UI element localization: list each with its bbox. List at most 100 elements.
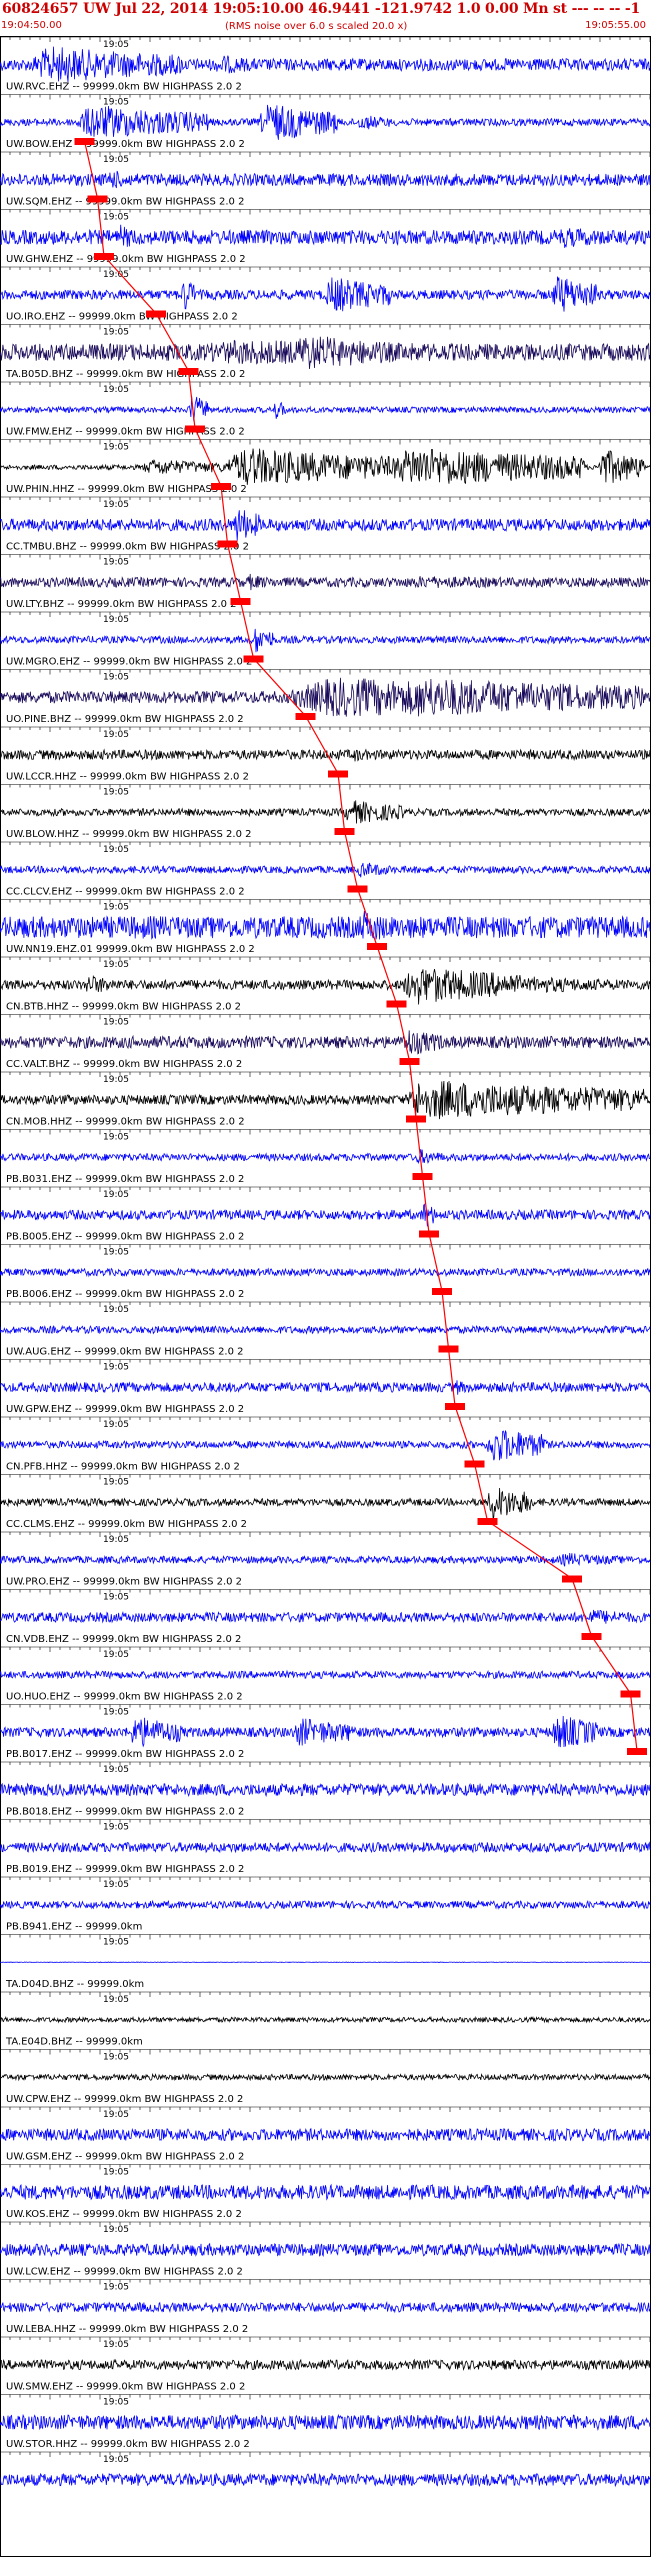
time-tick-label: 19:05: [103, 155, 129, 165]
time-tick-label: 19:05: [103, 40, 129, 50]
trace-row: 19:05 UW.PRO.EHZ -- 99999.0km BW HIGHPASS…: [0, 1531, 651, 1588]
waveform: [0, 1430, 651, 1461]
trace-row: 19:05 UO.HUO.EHZ -- 99999.0km BW HIGHPASS…: [0, 1646, 651, 1703]
trace-row: 19:05 PB.B941.EHZ -- 99999.0km: [0, 1876, 651, 1933]
station-label: CN.VDB.EHZ -- 99999.0km BW HIGHPASS 2.0 …: [6, 1634, 241, 1645]
trace-row: 19:05 UW.GSM.EHZ -- 99999.0km BW HIGHPASS…: [0, 2106, 651, 2163]
time-tick-label: 19:05: [103, 1305, 129, 1315]
station-label: UW.GPW.EHZ -- 99999.0km BW HIGHPASS 2.0 …: [6, 1404, 244, 1415]
seismogram-plot: 19:05 UW.RVC.EHZ -- 99999.0km BW HIGHPASS…: [0, 36, 651, 2557]
time-tick-label: 19:05: [103, 1478, 129, 1488]
time-tick-label: 19:05: [103, 1880, 129, 1890]
station-label: UW.LTY.BHZ -- 99999.0km BW HIGHPASS 2.0 …: [6, 599, 237, 610]
waveform: [0, 1552, 651, 1567]
time-tick-label: 19:05: [103, 788, 129, 798]
trace-row: 19:05 UO.PINE.BHZ -- 99999.0km BW HIGHPAS…: [0, 669, 651, 725]
waveform: [0, 2413, 651, 2431]
station-label: UW.LCCR.HHZ -- 99999.0km BW HIGHPASS 2.0…: [6, 772, 249, 783]
waveform: [0, 2358, 651, 2371]
station-label: UW.GHW.EHZ -- 99999.0km BW HIGHPASS 2.0 …: [6, 254, 246, 265]
waveform: [0, 1487, 651, 1519]
time-tick-label: 19:05: [103, 1765, 129, 1775]
time-tick-label: 19:05: [103, 1823, 129, 1833]
waveform: [0, 1149, 650, 1165]
waveform: [0, 1267, 651, 1278]
waveform: [0, 573, 651, 591]
time-tick-label: 19:05: [103, 730, 129, 740]
trace-row: 19:05 UW.MGRO.EHZ -- 99999.0km BW HIGHPAS…: [0, 611, 651, 668]
time-tick-label: 19:05: [103, 845, 129, 855]
waveform: [0, 1669, 651, 1680]
waveform: [0, 1782, 651, 1798]
time-tick-label: 19:05: [103, 2053, 129, 2063]
trace-row: 19:05 PB.B019.EHZ -- 99999.0km BW HIGHPAS…: [0, 1819, 651, 1875]
station-label: UW.LCW.EHZ -- 99999.0km BW HIGHPASS 2.0 …: [6, 2267, 243, 2278]
time-tick-label: 19:05: [103, 1995, 129, 2005]
time-tick-label: 19:05: [103, 1420, 129, 1430]
waveform: [0, 2472, 651, 2488]
trace-row: 19:05 UW.LCCR.HHZ -- 99999.0km BW HIGHPAS…: [0, 726, 651, 783]
time-tick-label: 19:05: [103, 2340, 129, 2350]
time-tick-label: 19:05: [103, 1708, 129, 1718]
station-label: UW.RVC.EHZ -- 99999.0km BW HIGHPASS 2.0 …: [6, 82, 242, 93]
station-label: PB.B006.EHZ -- 99999.0km BW HIGHPASS 2.0…: [6, 1289, 244, 1300]
station-label: TA.E04D.BHZ -- 99999.0km: [5, 2037, 143, 2048]
waveform: [0, 2242, 651, 2258]
waveform: [0, 1899, 651, 1910]
station-label: PB.B018.EHZ -- 99999.0km BW HIGHPASS 2.0…: [6, 1807, 244, 1818]
station-label: TA.D04D.BHZ -- 99999.0km: [5, 1979, 144, 1990]
trace-row: 19:05 CN.BTB.HHZ -- 99999.0km BW HIGHPASS…: [0, 956, 651, 1013]
trace-row: 19:05 UW.RVC.EHZ -- 99999.0km BW HIGHPASS…: [0, 36, 651, 93]
waveform: [0, 1030, 651, 1055]
station-label: PB.B031.EHZ -- 99999.0km BW HIGHPASS 2.0…: [6, 1174, 244, 1185]
station-label: UO.PINE.BHZ -- 99999.0km BW HIGHPASS 2.0…: [6, 714, 244, 725]
station-label: UW.FMW.EHZ -- 99999.0km BW HIGHPASS 2.0 …: [6, 427, 245, 438]
station-label: UW.PHIN.HHZ -- 99999.0km BW HIGHPASS 2.0…: [6, 484, 247, 495]
waveform: [0, 170, 651, 189]
trace-row: 19:05 UW.GPW.EHZ -- 99999.0km BW HIGHPASS…: [0, 1359, 651, 1415]
trace-row: 19:05 UW.KOS.EHZ -- 99999.0km BW HIGHPASS…: [0, 2164, 651, 2220]
trace-row: 19:05 UW.AUG.EHZ -- 99999.0km BW HIGHPASS…: [0, 1301, 651, 1358]
station-label: TA.B05D.BHZ -- 99999.0km BW HIGHPASS 2.0…: [5, 369, 245, 380]
waveform: [0, 1715, 651, 1748]
waveform: [0, 104, 651, 140]
trace-row: 19:05 UW.BOW.EHZ -- 99999.0km BW HIGHPASS…: [0, 94, 651, 150]
trace-row: 19:05 CC.VALT.BHZ -- 99999.0km BW HIGHPAS…: [0, 1014, 651, 1070]
station-label: UW.SQM.EHZ -- 99999.0km BW HIGHPASS 2.0 …: [6, 197, 244, 208]
waveform: [0, 800, 651, 824]
station-label: UW.BOW.EHZ -- 99999.0km BW HIGHPASS 2.0 …: [6, 139, 245, 150]
time-tick-label: 19:05: [103, 558, 129, 568]
time-tick-label: 19:05: [103, 2110, 129, 2120]
station-label: CC.CLCV.EHZ -- 99999.0km BW HIGHPASS 2.0…: [6, 887, 245, 898]
trace-row: 19:05 CN.VDB.EHZ -- 99999.0km BW HIGHPASS…: [0, 1589, 651, 1645]
station-label: UW.MGRO.EHZ -- 99999.0km BW HIGHPASS 2.0…: [6, 657, 252, 668]
trace-row: 19:05 CC.CLMS.EHZ -- 99999.0km BW HIGHPAS…: [0, 1474, 651, 1530]
waveform: [0, 910, 651, 940]
station-label: CN.MOB.HHZ -- 99999.0km BW HIGHPASS 2.0 …: [6, 1117, 245, 1128]
time-tick-label: 19:05: [103, 960, 129, 970]
time-tick-label: 19:05: [103, 2168, 129, 2178]
time-tick-label: 19:05: [103, 2455, 129, 2465]
waveform: [0, 862, 651, 878]
trace-row: 19:05 UW.SMW.EHZ -- 99999.0km BW HIGHPASS…: [0, 2336, 651, 2393]
trace-row: 19:05 TA.D04D.BHZ -- 99999.0km: [0, 1934, 651, 1990]
waveform: [0, 2183, 651, 2201]
waveform: [0, 2301, 651, 2314]
station-label: PB.B941.EHZ -- 99999.0km: [6, 1922, 142, 1933]
time-tick-label: 19:05: [103, 2225, 129, 2235]
trace-row: 19:05UO.IRO.EHZ -- 99999.0km BW HIGHPASS…: [0, 266, 651, 323]
trace-row: 19:05 CN.PFB.HHZ -- 99999.0km BW HIGHPASS…: [0, 1416, 651, 1473]
trace-row: 19:05 UW.PHIN.HHZ -- 99999.0km BW HIGHPAS…: [0, 439, 651, 495]
waveform: [0, 395, 651, 422]
time-tick-label: 19:05: [103, 1190, 129, 1200]
station-label: CN.PFB.HHZ -- 99999.0km BW HIGHPASS 2.0 …: [6, 1462, 240, 1473]
station-label: PB.B019.EHZ -- 99999.0km BW HIGHPASS 2.0…: [6, 1864, 244, 1875]
time-tick-label: 19:05: [103, 1535, 129, 1545]
time-tick-label: 19:05: [103, 443, 129, 453]
station-label: UW.SMW.EHZ -- 99999.0km BW HIGHPASS 2.0 …: [6, 2382, 245, 2393]
station-label: UW.AUG.EHZ -- 99999.0km BW HIGHPASS 2.0 …: [6, 1347, 244, 1358]
time-tick-label: 19:05: [103, 903, 129, 913]
waveform: [0, 336, 651, 370]
waveform: [0, 1324, 651, 1335]
station-label: UW.PRO.EHZ -- 99999.0km BW HIGHPASS 2.0 …: [6, 1577, 242, 1588]
